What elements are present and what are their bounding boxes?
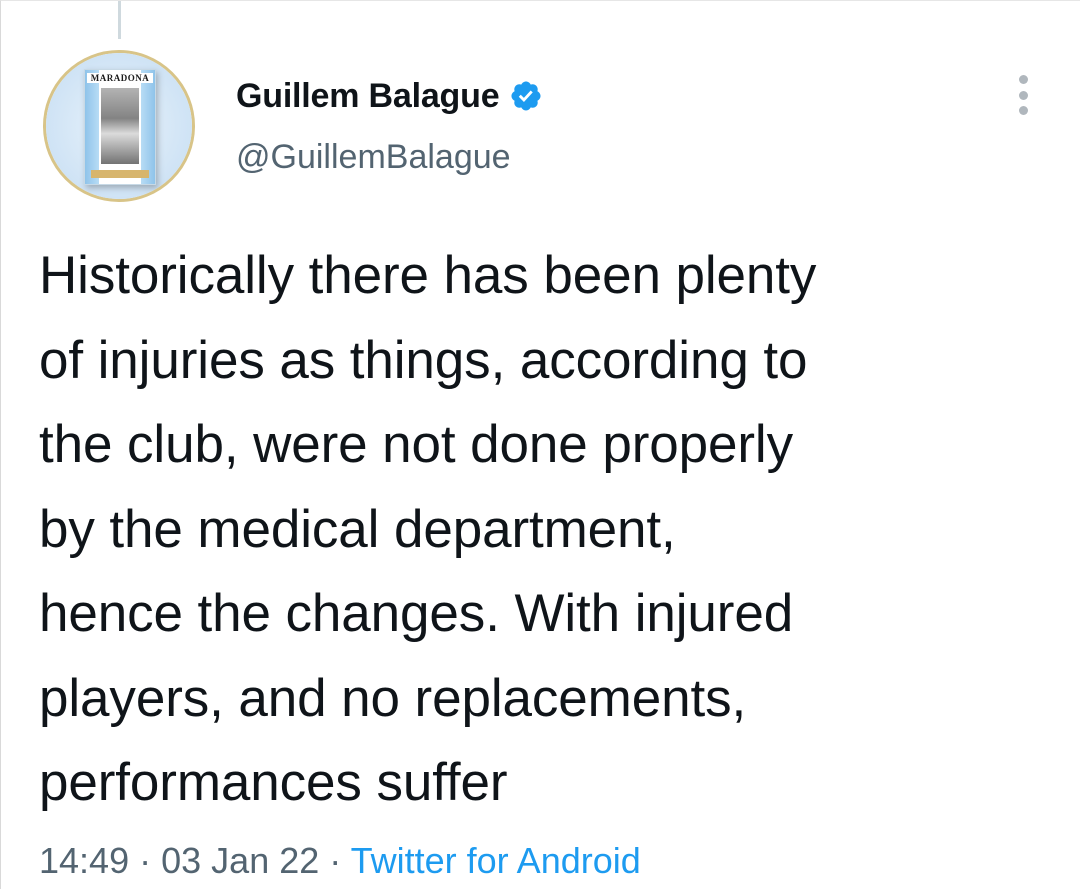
tweet-card: MARADONA Guillem Balague @GuillemBalague… <box>0 0 1080 889</box>
thread-connector-line <box>118 1 121 39</box>
book-cover-image: MARADONA <box>84 69 156 185</box>
tweet-time[interactable]: 14:49 <box>39 840 129 881</box>
tweet-date[interactable]: 03 Jan 22 <box>161 840 319 881</box>
more-dot <box>1018 106 1028 115</box>
author-display-name[interactable]: Guillem Balague <box>236 77 500 116</box>
book-cover-band <box>91 170 149 178</box>
tweet-text: Historically there has been plenty of in… <box>39 234 1049 826</box>
tweet-text-line: hence the changes. With injured <box>39 584 794 643</box>
tweet-text-line: performances suffer <box>39 753 508 812</box>
avatar[interactable]: MARADONA <box>43 50 195 202</box>
tweet-source-link[interactable]: Twitter for Android <box>351 840 641 881</box>
book-cover-title: MARADONA <box>87 73 153 83</box>
meta-separator: · <box>139 840 152 881</box>
more-dot <box>1018 90 1028 100</box>
meta-separator: · <box>329 840 342 881</box>
verified-badge-icon <box>509 79 543 113</box>
more-dot <box>1018 75 1028 84</box>
tweet-text-line: of injuries as things, according to <box>39 330 808 390</box>
tweet-text-line: by the medical department, <box>39 499 676 559</box>
tweet-meta: 14:49 · 03 Jan 22 · Twitter for Android <box>39 840 641 882</box>
tweet-text-line: the club, were not done properly <box>39 415 793 474</box>
author-handle[interactable]: @GuillemBalague <box>236 138 511 177</box>
tweet-text-line: Historically there has been plenty <box>39 246 817 305</box>
tweet-text-line: players, and no replacements, <box>39 668 747 728</box>
author-name-row[interactable]: Guillem Balague <box>236 74 543 118</box>
more-options-icon[interactable] <box>1011 75 1035 115</box>
book-cover-photo <box>101 88 139 164</box>
